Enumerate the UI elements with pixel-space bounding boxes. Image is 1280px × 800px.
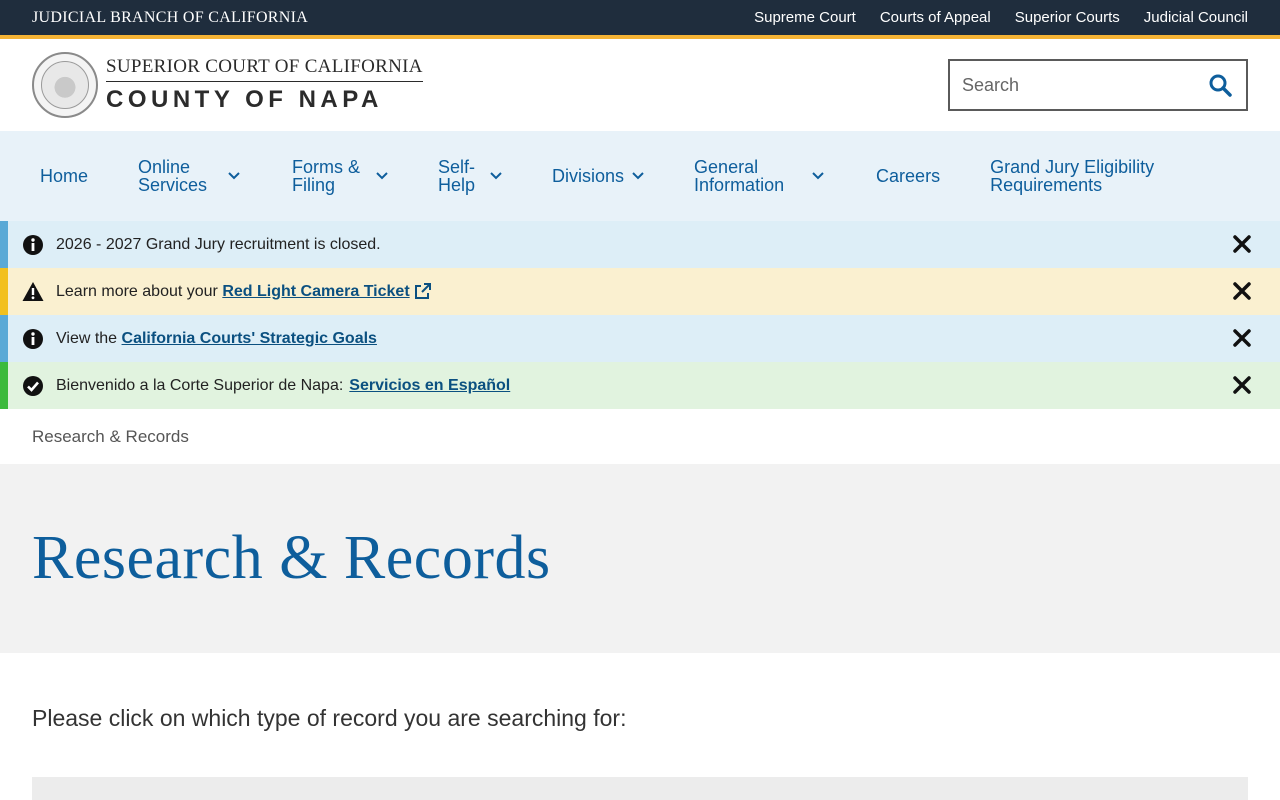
external-link-icon [414, 283, 431, 300]
alert-text: View the [56, 329, 122, 347]
close-icon[interactable] [1232, 328, 1252, 348]
logo-court-name: SUPERIOR COURT OF CALIFORNIA [106, 56, 423, 82]
alert-text: Bienvenido a la Corte Superior de Napa: [56, 376, 344, 394]
nav-item-label: Divisions [552, 166, 625, 186]
alert-grand-jury: 2026 - 2027 Grand Jury recruitment is cl… [0, 221, 1280, 268]
judicial-council-link[interactable]: Judicial Council [1144, 9, 1248, 26]
alert-text: 2026 - 2027 Grand Jury recruitment is cl… [56, 235, 381, 253]
page-title: Research & Records [32, 524, 551, 592]
alert-spanish-services: Bienvenido a la Corte Superior de Napa: … [0, 362, 1280, 409]
alert-text: Learn more about your [56, 282, 223, 300]
site-header: SUPERIOR COURT OF CALIFORNIA COUNTY OF N… [0, 39, 1280, 131]
search-box [948, 59, 1248, 111]
chevron-down-icon [490, 172, 502, 180]
red-light-camera-link[interactable]: Red Light Camera Ticket [222, 283, 409, 301]
nav-item-label: Forms & Filing [292, 157, 361, 195]
nav-item-careers[interactable]: Careers [876, 167, 940, 185]
nav-item-label: Careers [876, 166, 941, 186]
nav-item-label: Home [40, 166, 89, 186]
alert-strategic-goals: View the California Courts' Strategic Go… [0, 315, 1280, 362]
nav-item-grand-jury[interactable]: Grand Jury Eligibility Requirements [990, 158, 1170, 194]
close-icon[interactable] [1232, 281, 1252, 301]
judicial-branch-bar: JUDICIAL BRANCH OF CALIFORNIA Supreme Co… [0, 0, 1280, 35]
nav-item-label: Grand Jury Eligibility Requirements [990, 157, 1155, 195]
search-input[interactable] [962, 74, 1182, 96]
search-icon[interactable] [1206, 71, 1234, 99]
superior-courts-link[interactable]: Superior Courts [1015, 9, 1120, 26]
warning-icon [22, 281, 44, 303]
nav-item-online-services[interactable]: Online Services [138, 158, 242, 194]
intro-text: Please click on which type of record you… [32, 705, 627, 731]
nav-item-label: Online Services [138, 157, 208, 195]
nav-item-forms-filing[interactable]: Forms & Filing [292, 158, 388, 194]
main-nav: Home Online Services Forms & Filing Self… [0, 131, 1280, 221]
nav-item-label: General Information [694, 157, 785, 195]
logo-county-name: COUNTY OF NAPA [106, 86, 383, 113]
nav-item-divisions[interactable]: Divisions [552, 167, 644, 185]
courts-of-appeal-link[interactable]: Courts of Appeal [880, 9, 991, 26]
breadcrumb-current: Research & Records [32, 426, 189, 446]
judicial-branch-title[interactable]: JUDICIAL BRANCH OF CALIFORNIA [32, 9, 308, 27]
nav-item-general-information[interactable]: General Information [694, 158, 826, 194]
page-hero: Research & Records [0, 464, 1280, 653]
check-circle-icon [22, 375, 44, 397]
nav-item-label: Self-Help [438, 157, 476, 195]
nav-item-home[interactable]: Home [40, 167, 88, 185]
chevron-down-icon [376, 172, 388, 180]
strategic-goals-link[interactable]: California Courts' Strategic Goals [122, 330, 377, 348]
close-icon[interactable] [1232, 234, 1252, 254]
spanish-services-link[interactable]: Servicios en Español [349, 377, 510, 395]
alert-red-light: Learn more about your Red Light Camera T… [0, 268, 1280, 315]
chevron-down-icon [812, 172, 824, 180]
info-icon [22, 234, 44, 256]
chevron-down-icon [632, 172, 644, 180]
court-seal-icon [32, 52, 98, 118]
breadcrumb: Research & Records [0, 409, 1280, 464]
top-links: Supreme Court Courts of Appeal Superior … [754, 9, 1248, 26]
supreme-court-link[interactable]: Supreme Court [754, 9, 856, 26]
main-content: Please click on which type of record you… [0, 653, 1280, 800]
chevron-down-icon [228, 172, 240, 180]
record-type-accordion[interactable] [32, 777, 1248, 800]
court-logo[interactable]: SUPERIOR COURT OF CALIFORNIA COUNTY OF N… [32, 52, 423, 118]
nav-item-self-help[interactable]: Self-Help [438, 158, 502, 194]
close-icon[interactable] [1232, 375, 1252, 395]
info-icon [22, 328, 44, 350]
